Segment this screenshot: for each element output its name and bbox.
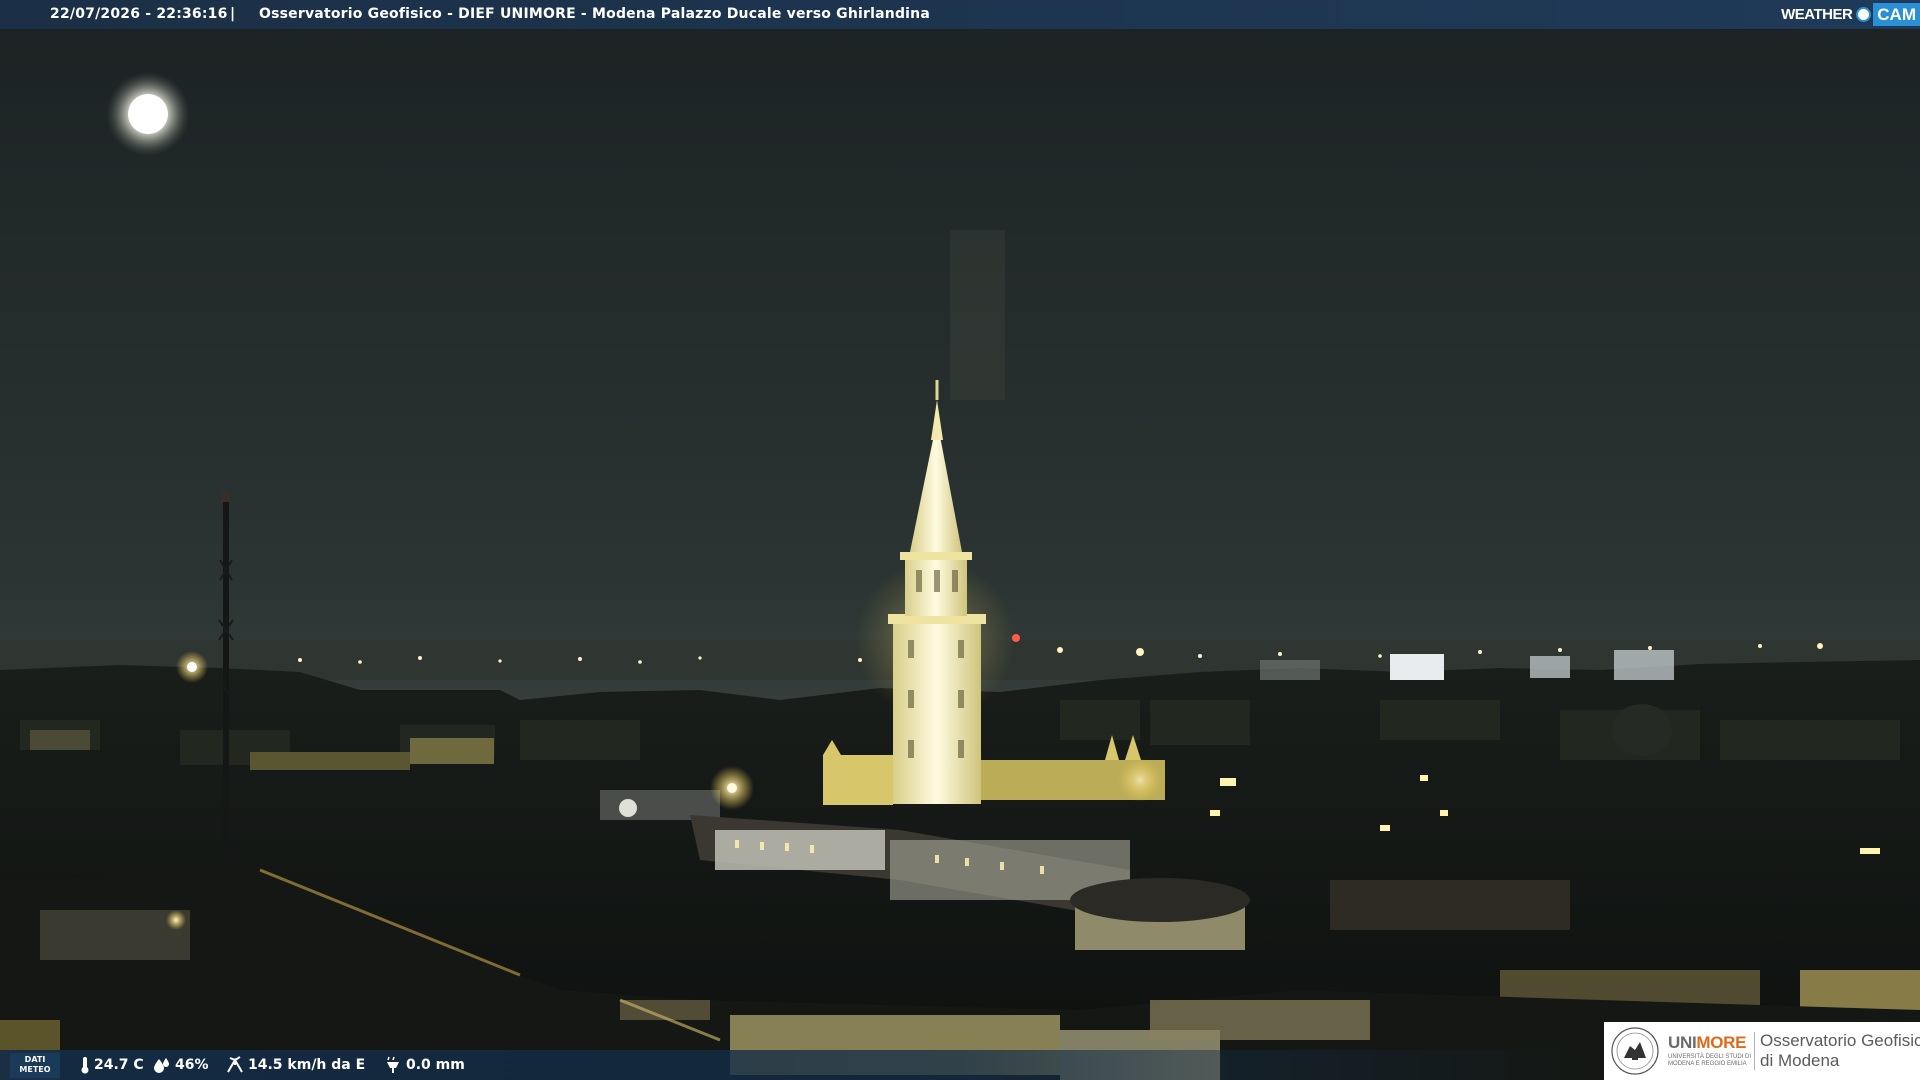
night-cityscape — [0, 0, 1920, 1080]
weathercam-logo-cam: CAM — [1873, 3, 1920, 26]
rain-value: 0.0 mm — [406, 1057, 465, 1073]
unimore-wordmark-uni: UNI — [1668, 1033, 1697, 1052]
caption-bar: 22/07/2026 - 22:36:16 | Osservatorio Geo… — [0, 0, 1920, 29]
humidity-value: 46% — [175, 1057, 209, 1073]
weather-data-bar: DATI METEO 24.7 C 46% 14.5 km/h da E 0.0… — [0, 1050, 1600, 1080]
timestamp: 22/07/2026 - 22:36:16 — [50, 6, 228, 22]
webcam-frame: 22/07/2026 - 22:36:16 | Osservatorio Geo… — [0, 0, 1920, 1080]
humidity-reading: 46% — [153, 1056, 209, 1074]
caption-separator: | — [230, 6, 236, 22]
weather-data-tag-line2: METEO — [19, 1065, 51, 1074]
weathercam-logo: WEATHER CAM — [1781, 0, 1920, 29]
unimore-wordmark-more: MORE — [1696, 1033, 1747, 1052]
weathercam-logo-word: WEATHER — [1781, 6, 1853, 23]
rain-gauge-icon — [387, 1056, 399, 1073]
temperature-value: 24.7 C — [94, 1057, 144, 1073]
weather-data-tag-line1: DATI — [24, 1055, 46, 1064]
rain-reading: 0.0 mm — [384, 1056, 465, 1074]
unimore-logo-box: UNIMORE UNIVERSITÀ DEGLI STUDI DI MODENA… — [1604, 1022, 1920, 1080]
weathercam-globe-icon — [1856, 7, 1872, 22]
logo-divider — [1754, 1032, 1755, 1070]
unimore-wordmark: UNIMORE — [1668, 1033, 1747, 1053]
wind-value: 14.5 km/h da E — [248, 1057, 366, 1073]
wind-icon — [227, 1056, 243, 1073]
unimore-seal-icon — [1611, 1027, 1659, 1075]
weather-data-tag: DATI METEO — [10, 1053, 60, 1078]
wind-reading: 14.5 km/h da E — [226, 1056, 365, 1074]
observatory-name-line1: Osservatorio Geofisico — [1760, 1031, 1920, 1050]
unimore-subtitle: UNIVERSITÀ DEGLI STUDI DI MODENA E REGGI… — [1668, 1054, 1752, 1067]
observatory-name-line2: di Modena — [1760, 1051, 1840, 1070]
thermometer-icon — [81, 1057, 89, 1074]
temperature-reading: 24.7 C — [80, 1056, 144, 1074]
camera-caption: Osservatorio Geofisico - DIEF UNIMORE - … — [259, 6, 930, 22]
humidity-drop-icon — [154, 1058, 169, 1073]
